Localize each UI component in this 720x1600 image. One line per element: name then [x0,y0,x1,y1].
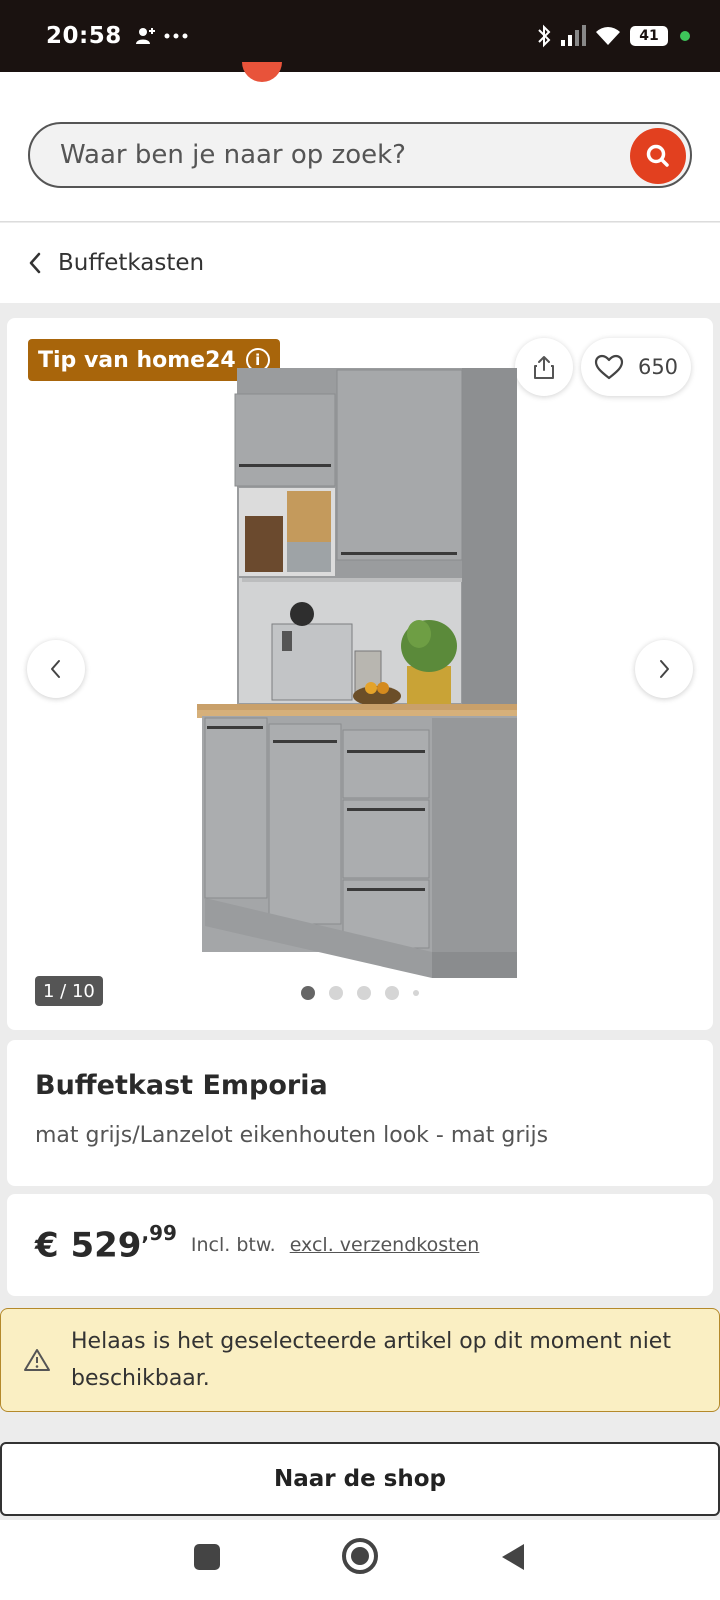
warning-icon [24,1349,50,1371]
notification-icons [134,26,188,46]
unavailable-alert: Helaas is het geselecteerde artikel op d… [0,1308,720,1412]
carousel-dots[interactable] [301,986,419,1000]
shipping-costs-link[interactable]: excl. verzendkosten [290,1234,480,1256]
privacy-indicator-icon [680,31,690,41]
chevron-left-icon [29,252,41,274]
search-icon [646,144,669,167]
price-section: € 529,99 Incl. btw. excl. verzendkosten [7,1194,713,1296]
status-bar: 20:58 41 [0,0,720,72]
home-icon[interactable] [342,1538,378,1574]
product-variant: mat grijs/Lanzelot eikenhouten look - ma… [35,1123,549,1148]
system-navigation-bar [0,1520,720,1600]
carousel-dot[interactable] [329,986,343,1000]
go-to-shop-button[interactable]: Naar de shop [0,1442,720,1516]
product-info: Buffetkast Emporia mat grijs/Lanzelot ei… [7,1040,713,1186]
signal-icon [561,25,586,46]
breadcrumb[interactable]: Buffetkasten [0,223,720,303]
breadcrumb-label: Buffetkasten [58,250,205,276]
favorite-button[interactable]: 650 [581,338,691,396]
system-icons: 41 [536,24,690,48]
price: € 529,99 [35,1221,177,1266]
carousel-dot[interactable] [301,986,315,1000]
price-cents: ,99 [141,1220,177,1245]
price-main: € 529 [35,1225,142,1266]
favorites-count: 650 [637,355,679,379]
person-add-icon [135,28,155,44]
image-counter: 1 / 10 [35,976,103,1006]
chevron-left-icon [51,660,60,678]
carousel-dot[interactable] [413,990,419,996]
wifi-icon [596,27,620,45]
search-bar[interactable] [28,122,692,188]
product-title: Buffetkast Emporia [35,1070,328,1101]
tax-note: Incl. btw. [190,1234,276,1256]
chevron-right-icon [660,660,669,678]
alert-text: Helaas is het geselecteerde artikel op d… [71,1329,671,1391]
back-icon[interactable] [500,1542,526,1572]
search-button[interactable] [630,128,686,184]
carousel-dot[interactable] [385,986,399,1000]
logo-icon [242,62,282,82]
heart-icon [594,354,624,380]
next-image-button[interactable] [635,640,693,698]
battery-icon: 41 [630,26,668,46]
more-dots-icon [164,33,188,39]
share-icon [534,356,554,379]
header [0,62,720,222]
product-gallery[interactable]: Tip van home24 i 650 1 / 10 [7,318,713,1030]
carousel-dot[interactable] [357,986,371,1000]
previous-image-button[interactable] [27,640,85,698]
search-input[interactable] [60,140,600,170]
recent-apps-icon[interactable] [194,1544,220,1570]
product-image[interactable] [187,366,527,986]
bluetooth-icon [538,24,551,48]
status-time: 20:58 [46,23,122,49]
